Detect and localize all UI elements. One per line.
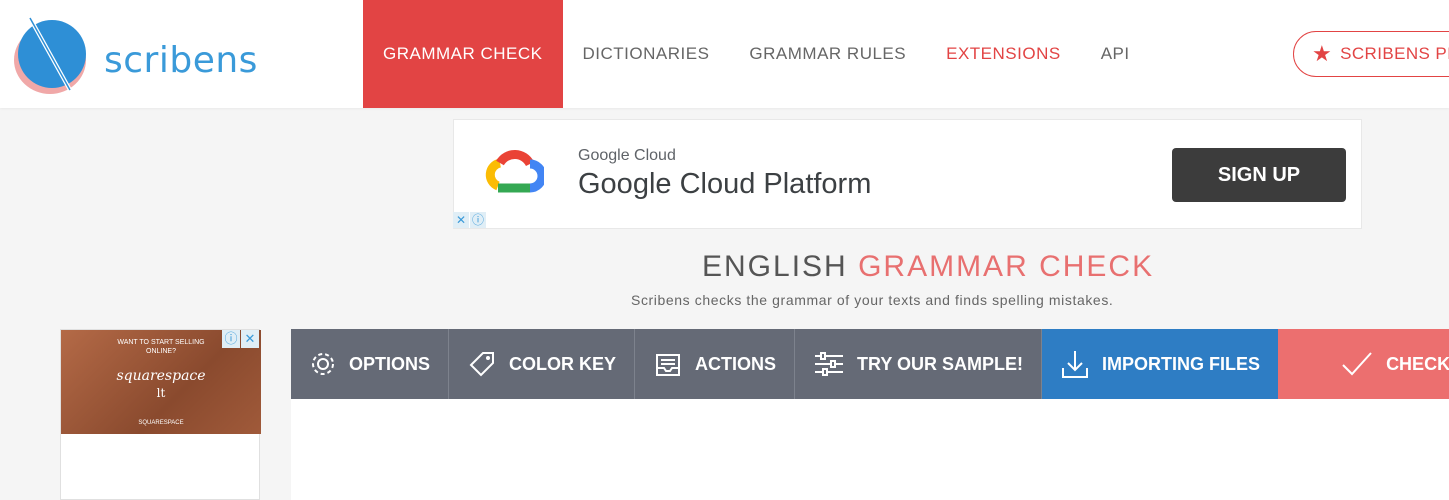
side-ad-close-icon[interactable]: ✕ bbox=[241, 330, 259, 348]
actions-button[interactable]: ACTIONS bbox=[635, 329, 796, 399]
google-cloud-icon bbox=[485, 150, 544, 193]
nav-grammar-check[interactable]: GRAMMAR CHECK bbox=[363, 0, 563, 108]
try-sample-label: TRY OUR SAMPLE! bbox=[857, 353, 1024, 374]
site-header: scribens GRAMMAR CHECK DICTIONARIES GRAM… bbox=[0, 0, 1449, 108]
color-key-button[interactable]: COLOR KEY bbox=[449, 329, 636, 399]
ad-signup-button[interactable]: SIGN UP bbox=[1172, 148, 1346, 202]
scribens-logo[interactable]: scribens bbox=[12, 12, 257, 98]
logo-wordmark: scribens bbox=[104, 40, 258, 81]
ad-brand-small: Google Cloud bbox=[578, 147, 676, 164]
ad-close-icon[interactable]: ✕ bbox=[453, 212, 469, 228]
sliders-icon bbox=[815, 352, 844, 376]
premium-label: SCRIBENS PI bbox=[1340, 44, 1449, 63]
side-ad[interactable]: WANT TO START SELLING ONLINE? squarespac… bbox=[60, 329, 261, 500]
scribens-logo-icon bbox=[14, 17, 86, 94]
checkmark-icon bbox=[1342, 352, 1372, 376]
side-ad-brand: squarespace bbox=[116, 368, 206, 384]
download-icon bbox=[1062, 351, 1089, 378]
main-nav: GRAMMAR CHECK DICTIONARIES GRAMMAR RULES… bbox=[363, 0, 1150, 108]
page-heading: ENGLISH GRAMMAR CHECK bbox=[0, 250, 1449, 290]
gear-icon bbox=[312, 353, 334, 375]
side-ad-foot: SQUARESPACE bbox=[138, 420, 184, 426]
check-label: CHECK bbox=[1386, 353, 1449, 374]
nav-api[interactable]: API bbox=[1081, 0, 1150, 108]
check-button[interactable]: CHECK bbox=[1278, 329, 1449, 399]
side-ad-flags: ⓘ ✕ bbox=[221, 330, 259, 348]
heading-grammar-check: GRAMMAR CHECK bbox=[858, 250, 1155, 283]
color-key-label: COLOR KEY bbox=[509, 353, 617, 374]
ad-flags: ✕ ⓘ bbox=[453, 212, 487, 228]
text-editor[interactable] bbox=[291, 399, 1449, 500]
editor-toolbar: OPTIONS COLOR KEY ACTIONS TRY OUR SAMPLE… bbox=[291, 329, 1449, 399]
options-button[interactable]: OPTIONS bbox=[291, 329, 450, 399]
nav-grammar-rules[interactable]: GRAMMAR RULES bbox=[729, 0, 926, 108]
nav-extensions[interactable]: EXTENSIONS bbox=[926, 0, 1081, 108]
page-subtitle: Scribens checks the grammar of your text… bbox=[631, 292, 1114, 308]
ad-info-icon[interactable]: ⓘ bbox=[470, 212, 486, 228]
heading-english: ENGLISH bbox=[702, 250, 848, 283]
side-ad-image: WANT TO START SELLING ONLINE? squarespac… bbox=[61, 330, 261, 434]
try-sample-button[interactable]: TRY OUR SAMPLE! bbox=[795, 329, 1043, 399]
ad-title: Google Cloud Platform bbox=[578, 168, 872, 200]
inbox-icon bbox=[656, 354, 681, 376]
side-ad-info-icon[interactable]: ⓘ bbox=[222, 330, 240, 348]
importing-files-label: IMPORTING FILES bbox=[1102, 353, 1261, 374]
importing-files-button[interactable]: IMPORTING FILES bbox=[1042, 329, 1279, 399]
star-icon: ★ bbox=[1312, 41, 1333, 66]
tag-icon bbox=[469, 352, 495, 377]
side-ad-sub: lt bbox=[156, 386, 166, 400]
ad-banner[interactable]: Google Cloud Google Cloud Platform SIGN … bbox=[453, 119, 1362, 229]
premium-button[interactable]: ★ SCRIBENS PI bbox=[1293, 31, 1449, 77]
actions-label: ACTIONS bbox=[695, 353, 777, 374]
options-label: OPTIONS bbox=[349, 353, 431, 374]
side-ad-top-text: WANT TO START SELLING ONLINE? bbox=[117, 339, 205, 355]
nav-dictionaries[interactable]: DICTIONARIES bbox=[563, 0, 730, 108]
